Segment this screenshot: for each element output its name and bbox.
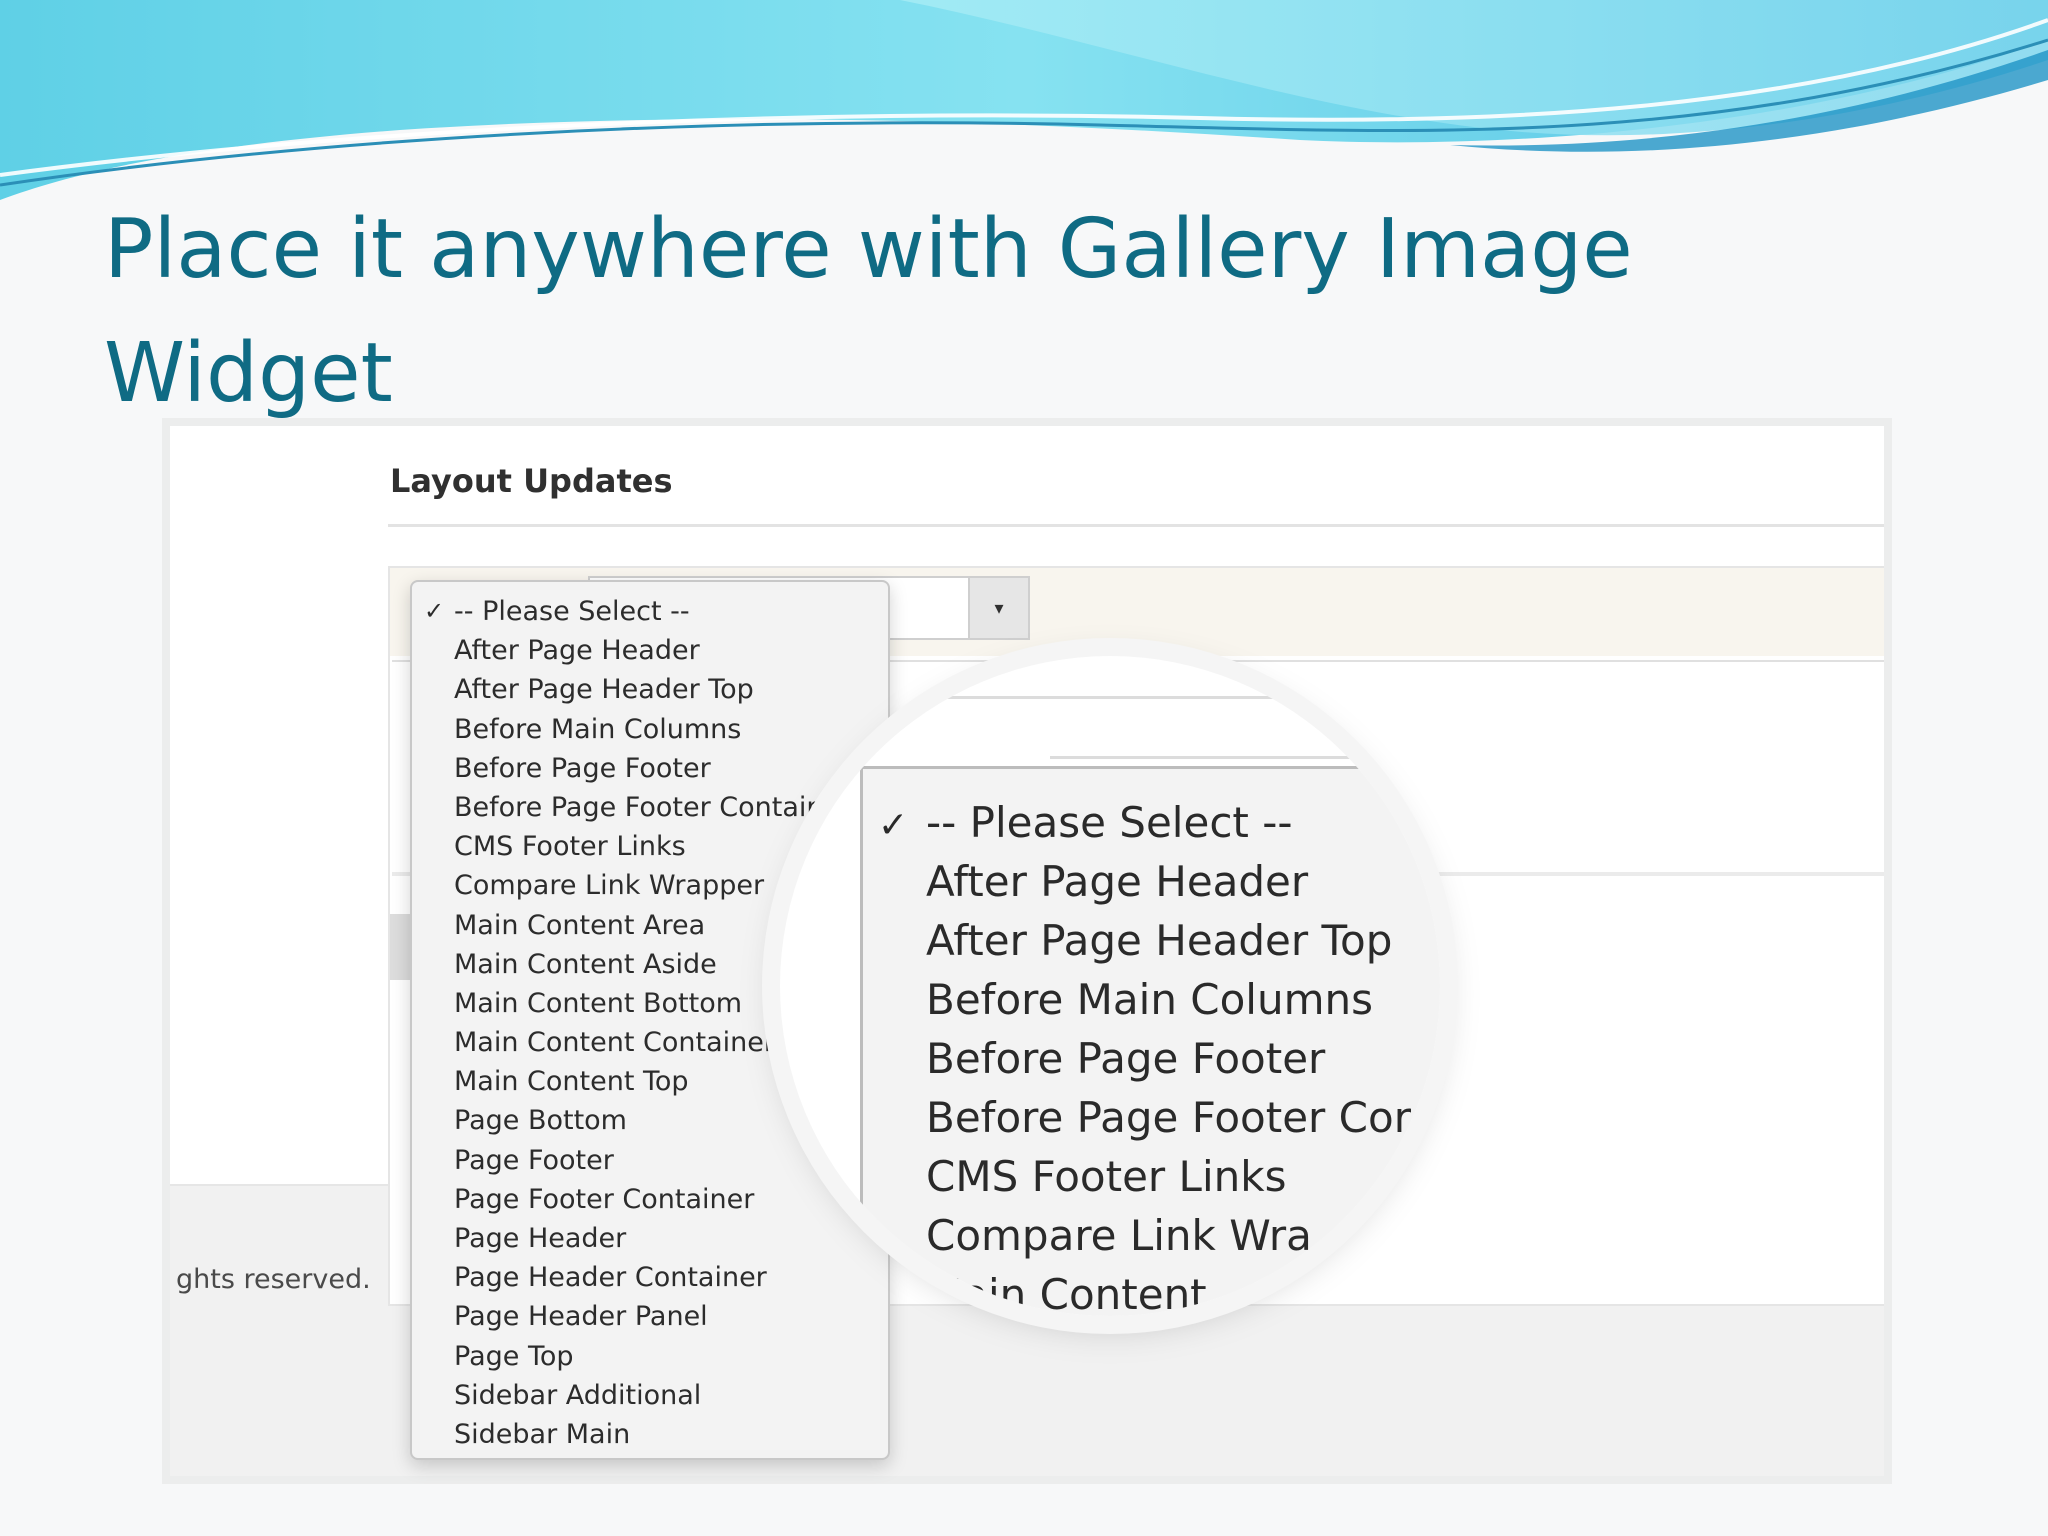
magnified-option: CMS Footer Links (926, 1152, 1287, 1201)
dropdown-option-label: Page Header (454, 1223, 627, 1254)
dropdown-option-label: Sidebar Main (454, 1418, 631, 1450)
magnified-option: Main Content (926, 1270, 1207, 1316)
magnified-input-edge (1050, 756, 1440, 759)
magnified-option: Before Main Columns (926, 975, 1374, 1024)
dropdown-option-label: Main Content Area (454, 909, 706, 941)
magnifier-callout: ✓ -- Please Select -- After Page Header Af… (780, 656, 1440, 1316)
dropdown-option-label: -- Please Select -- (454, 596, 690, 627)
dropdown-option[interactable]: After Page Header Top (412, 670, 888, 709)
dropdown-option-label: Main Content Aside (454, 948, 717, 980)
dropdown-option[interactable]: ✓ -- Please Select -- (412, 592, 888, 631)
dropdown-option[interactable]: Page Header Container (412, 1258, 888, 1297)
dropdown-option-label: Before Page Footer (454, 752, 711, 784)
dropdown-option-label: Page Footer Container (454, 1183, 755, 1215)
dropdown-option-label: Page Header Container (454, 1262, 767, 1294)
dropdown-option[interactable]: Before Page Footer Containe (412, 788, 888, 827)
dropdown-option[interactable]: Page Header Panel (412, 1297, 888, 1336)
dropdown-option[interactable]: Before Page Footer (412, 749, 888, 788)
dropdown-option-label: After Page Header (454, 635, 700, 667)
dropdown-option[interactable]: Before Main Columns (412, 710, 888, 749)
dropdown-option[interactable]: Sidebar Main (412, 1415, 888, 1454)
dropdown-option-label: Main Content Container (454, 1027, 775, 1059)
copyright-text: ghts reserved. (176, 1264, 371, 1295)
dropdown-option-label: Compare Link Wrapper (454, 870, 765, 902)
check-icon: ✓ (878, 804, 909, 845)
dropdown-option-label: Page Footer (454, 1144, 614, 1176)
dropdown-option-label: Before Page Footer Containe (454, 791, 841, 823)
dropdown-option-label: Before Main Columns (454, 713, 742, 745)
dropdown-option[interactable]: Page Header (412, 1219, 888, 1258)
section-title: Layout Updates (390, 462, 673, 500)
divider (388, 524, 1884, 527)
magnified-option: -- Please Select -- (926, 798, 1293, 847)
magnified-divider (900, 696, 1440, 699)
dropdown-option-label: After Page Header Top (454, 674, 754, 706)
dropdown-option-label: CMS Footer Links (454, 831, 686, 863)
triangle-down-icon[interactable]: ▾ (968, 576, 1030, 640)
magnified-option: After Page Header Top (926, 916, 1393, 965)
magnified-option: After Page Header (926, 857, 1309, 906)
dropdown-option-label: Page Header Panel (454, 1301, 708, 1333)
dropdown-option-label: Main Content Top (454, 1066, 689, 1098)
dropdown-option-label: Sidebar Additional (454, 1379, 702, 1411)
check-icon: ✓ (424, 597, 445, 625)
dropdown-option[interactable]: Page Top (412, 1337, 888, 1376)
slide-title: Place it anywhere with Gallery Image Wid… (104, 202, 1633, 421)
dropdown-option[interactable]: Page Footer (412, 1141, 888, 1180)
dropdown-option[interactable]: After Page Header (412, 631, 888, 670)
dropdown-option-label: Page Top (454, 1340, 574, 1372)
magnified-option: Compare Link Wra (926, 1211, 1312, 1260)
dropdown-option[interactable]: Sidebar Additional (412, 1376, 888, 1415)
magnified-option: Before Page Footer (926, 1034, 1326, 1083)
dropdown-option-label: Page Bottom (454, 1105, 627, 1137)
dropdown-option[interactable]: Page Footer Container (412, 1180, 888, 1219)
magnified-option: Before Page Footer Cor (926, 1093, 1411, 1142)
dropdown-option-label: Main Content Bottom (454, 987, 743, 1019)
